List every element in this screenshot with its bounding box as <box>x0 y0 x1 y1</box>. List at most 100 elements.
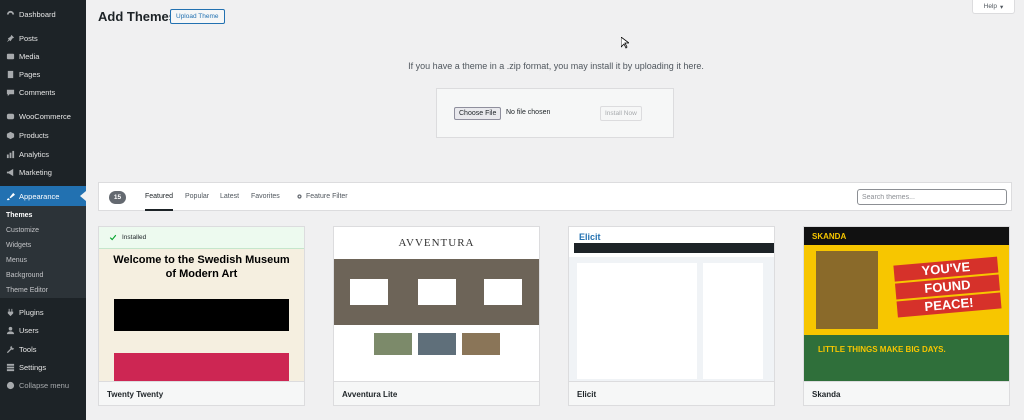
preview-sidebar <box>703 263 763 379</box>
sidebar-item-label: Plugins <box>19 307 44 317</box>
dashboard-icon <box>1 10 19 19</box>
collapse-menu-button[interactable]: Collapse menu <box>0 375 86 395</box>
sidebar-item-marketing[interactable]: Marketing <box>0 162 86 182</box>
pages-icon <box>1 70 19 79</box>
sidebar-item-label: Collapse menu <box>19 380 70 390</box>
tab-popular[interactable]: Popular <box>185 193 209 200</box>
appearance-icon <box>1 192 19 201</box>
sidebar-item-users[interactable]: Users <box>0 320 86 340</box>
theme-name: Avventura Lite <box>334 381 539 405</box>
preview-panel <box>418 279 456 305</box>
marketing-icon <box>1 168 19 177</box>
sidebar-item-label: Settings <box>19 362 47 372</box>
users-icon <box>1 326 19 335</box>
theme-screenshot[interactable]: SKANDA YOU'VE FOUND PEACE! LITTLE THINGS… <box>804 227 1009 381</box>
feature-filter-button[interactable]: Feature Filter <box>296 193 348 200</box>
sidebar-item-comments[interactable]: Comments <box>0 82 86 102</box>
sidebar-item-posts[interactable]: Posts <box>0 28 86 48</box>
theme-card-skanda[interactable]: SKANDA YOU'VE FOUND PEACE! LITTLE THINGS… <box>803 226 1010 406</box>
theme-card-elicit[interactable]: Elicit Elicit <box>568 226 775 406</box>
pin-icon <box>1 34 19 43</box>
sidebar-item-label: WooCommerce <box>19 111 71 121</box>
submenu-widgets[interactable]: Widgets <box>6 242 31 249</box>
sidebar-item-woocommerce[interactable]: WooCommerce <box>0 106 86 126</box>
admin-sidebar: Dashboard Posts Media Pages Comments Woo… <box>0 0 86 420</box>
preview-panel <box>484 279 522 305</box>
gear-icon <box>297 194 302 199</box>
preview-logo: AVVENTURA <box>398 237 475 249</box>
sidebar-item-label: Pages <box>19 69 41 79</box>
sidebar-item-label: Comments <box>19 87 56 97</box>
theme-name: Elicit <box>569 381 774 405</box>
installed-label: Installed <box>122 234 147 241</box>
sidebar-item-label: Dashboard <box>19 9 56 19</box>
tab-favorites[interactable]: Favorites <box>251 193 280 200</box>
sidebar-item-tools[interactable]: Tools <box>0 339 86 359</box>
submenu-customize[interactable]: Customize <box>6 227 39 234</box>
theme-card-twenty-twenty[interactable]: Installed Welcome to the Swedish Museum … <box>98 226 305 406</box>
submenu-theme-editor[interactable]: Theme Editor <box>6 287 48 294</box>
help-label: Help <box>983 3 998 10</box>
sidebar-item-label: Analytics <box>19 149 50 159</box>
sidebar-item-dashboard[interactable]: Dashboard <box>0 4 86 24</box>
sidebar-item-pages[interactable]: Pages <box>0 64 86 84</box>
sidebar-item-analytics[interactable]: Analytics <box>0 144 86 164</box>
theme-screenshot[interactable]: Elicit <box>569 227 774 381</box>
collapse-icon <box>1 381 19 390</box>
help-button[interactable]: Help ▾ <box>972 0 1015 14</box>
choose-file-button[interactable]: Choose File <box>454 107 502 120</box>
comments-icon <box>1 88 19 97</box>
sidebar-item-label: Tools <box>19 344 37 354</box>
upload-form: Choose File No file chosen Install Now <box>436 88 674 138</box>
install-now-button[interactable]: Install Now <box>600 106 642 121</box>
preview-panel <box>350 279 388 305</box>
preview-tagline: LITTLE THINGS MAKE BIG DAYS. <box>818 345 946 354</box>
plugins-icon <box>1 308 19 317</box>
installed-notice: Installed <box>99 227 304 249</box>
feature-filter-label: Feature Filter <box>306 193 348 200</box>
theme-filter-bar: 15 Featured Popular Latest Favorites Fea… <box>98 182 1012 211</box>
sidebar-item-products[interactable]: Products <box>0 125 86 145</box>
sidebar-item-label: Products <box>19 130 49 140</box>
tools-icon <box>1 345 19 354</box>
preview-heading: Welcome to the Swedish Museum of Modern … <box>113 254 290 280</box>
preview-post <box>577 263 697 379</box>
appearance-submenu: Themes Customize Widgets Menus Backgroun… <box>0 206 86 298</box>
sidebar-item-settings[interactable]: Settings <box>0 357 86 377</box>
sidebar-item-label: Posts <box>19 33 38 43</box>
upload-theme-button[interactable]: Upload Theme <box>170 9 225 24</box>
tab-featured[interactable]: Featured <box>145 193 173 200</box>
file-status: No file chosen <box>506 109 551 116</box>
sidebar-item-label: Users <box>19 325 39 335</box>
mouse-cursor-icon <box>621 37 629 49</box>
sidebar-item-media[interactable]: Media <box>0 46 86 66</box>
submenu-background[interactable]: Background <box>6 272 43 279</box>
tab-latest[interactable]: Latest <box>220 193 239 200</box>
theme-screenshot[interactable]: AVVENTURA <box>334 227 539 381</box>
submenu-menus[interactable]: Menus <box>6 257 27 264</box>
sidebar-item-plugins[interactable]: Plugins <box>0 302 86 322</box>
theme-card-avventura-lite[interactable]: AVVENTURA Avventura Lite <box>333 226 540 406</box>
chevron-down-icon: ▾ <box>1000 3 1004 11</box>
page-title: Add Themes <box>98 9 177 24</box>
preview-logo: Elicit <box>579 232 601 242</box>
products-icon <box>1 131 19 140</box>
preview-dark-band <box>114 299 289 331</box>
theme-count-badge: 15 <box>109 191 126 204</box>
preview-photo <box>816 251 878 329</box>
sidebar-item-appearance[interactable]: Appearance <box>0 186 86 206</box>
preview-nav <box>574 243 774 253</box>
theme-screenshot[interactable]: Installed Welcome to the Swedish Museum … <box>99 227 304 381</box>
media-icon <box>1 52 19 61</box>
submenu-themes[interactable]: Themes <box>6 212 32 219</box>
preview-thumbnail <box>418 333 456 355</box>
analytics-icon <box>1 150 19 159</box>
theme-name: Twenty Twenty <box>99 381 304 405</box>
preview-banner: YOU'VE FOUND PEACE! <box>893 256 1002 330</box>
woocommerce-icon <box>1 112 19 121</box>
preview-thumbnail <box>374 333 412 355</box>
preview-thumbnail <box>462 333 500 355</box>
search-themes-input[interactable] <box>857 189 1007 205</box>
checkmark-icon <box>109 234 117 240</box>
preview-red-band <box>114 353 289 381</box>
